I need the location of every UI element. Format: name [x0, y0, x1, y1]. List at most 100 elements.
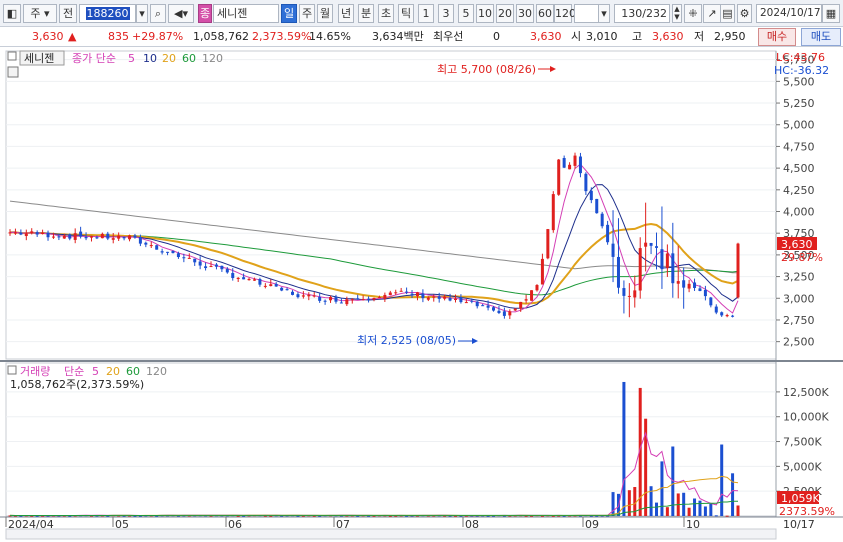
period-tab-minute[interactable]: 분 — [358, 4, 374, 23]
candle-body — [405, 291, 409, 293]
ma10-label: 10 — [143, 52, 157, 65]
period-tab-year[interactable]: 년 — [338, 4, 354, 23]
candle-body — [30, 231, 34, 233]
candle-body — [84, 236, 88, 239]
prefix-label: 전 — [62, 7, 74, 20]
mode-select[interactable]: 주 ▾ — [23, 4, 57, 23]
high-annotation: 최고 5,700 (08/26) — [437, 63, 536, 76]
code-dropdown-icon[interactable]: ▾ — [136, 4, 148, 23]
display-count-field[interactable]: 130/232 — [614, 4, 670, 23]
candle-body — [350, 299, 354, 301]
volume-bar — [687, 507, 691, 516]
current-price-tag: 3,630 — [781, 238, 813, 251]
volume-value: 1,058,762 — [193, 30, 249, 43]
volume-ma120-label: 120 — [146, 365, 167, 378]
candle-body — [513, 308, 517, 311]
interval-120[interactable]: 120 — [554, 4, 576, 23]
stock-chart[interactable]: 2,5002,7503,0003,2503,5003,7504,0004,250… — [0, 47, 843, 542]
speaker-icon[interactable]: ◀▾ — [168, 4, 194, 23]
stock-name-field[interactable]: 세니젠 — [213, 4, 279, 23]
hc-label: HC:-36.32 — [774, 64, 829, 77]
volume-tick-label: 5,000K — [783, 460, 822, 473]
candle-body — [171, 250, 175, 254]
candle-body — [394, 292, 398, 294]
period-tab-day[interactable]: 일 — [281, 4, 297, 23]
candle-body — [122, 237, 126, 239]
candle-body — [296, 294, 300, 298]
candle-body — [144, 242, 148, 245]
candle-body — [182, 257, 186, 259]
candle-body — [508, 311, 512, 316]
stock-name-value: 세니젠 — [217, 7, 248, 20]
candle-body — [361, 299, 365, 301]
price-tick-label: 3,250 — [783, 271, 815, 284]
candle-body — [388, 292, 392, 296]
high-label: 고 — [632, 30, 643, 43]
count-spinner[interactable]: ▲ ▼ — [672, 4, 682, 23]
panel-toggle-icon[interactable] — [7, 51, 17, 61]
interval-10[interactable]: 10 — [476, 4, 494, 23]
period-tab-month[interactable]: 월 — [317, 4, 333, 23]
chart-scrollbar[interactable] — [5, 528, 777, 540]
interval-3-label: 3 — [442, 7, 450, 20]
trend-icon[interactable]: ↗ — [703, 4, 721, 23]
volume-ma60-label: 60 — [126, 365, 140, 378]
chart-menu-icon[interactable]: ◧ — [3, 4, 21, 23]
candle-body — [41, 232, 45, 234]
interval-3[interactable]: 3 — [438, 4, 454, 23]
period-tab-second[interactable]: 초 — [378, 4, 394, 23]
stock-tag-name: 세니젠 — [24, 52, 54, 65]
best-quote-label: 최우선 — [433, 30, 464, 43]
period-tab-month-label: 월 — [319, 7, 331, 20]
candle-body — [421, 293, 425, 299]
search-icon[interactable]: ⌕ — [150, 4, 166, 23]
volume-toggle-icon[interactable] — [7, 365, 17, 375]
candle-body — [584, 173, 588, 192]
low-value: 2,950 — [714, 30, 746, 43]
candle-body — [106, 233, 110, 239]
candle-body — [323, 300, 327, 302]
trade-amount: 3,634백만 — [372, 30, 424, 43]
volume-bar — [611, 492, 615, 516]
period-tab-day-label: 일 — [283, 7, 295, 20]
calendar-icon[interactable]: ▦ — [822, 4, 840, 23]
stock-code-input[interactable]: 188260 — [79, 4, 136, 23]
volume-tick-label: 7,500K — [783, 436, 822, 449]
prefix-button[interactable]: 전 — [59, 4, 77, 23]
interval-5[interactable]: 5 — [458, 4, 474, 23]
candle-body — [73, 233, 77, 240]
interval-60[interactable]: 60 — [536, 4, 554, 23]
sell-button[interactable]: 매도 — [801, 28, 841, 46]
candle-body — [736, 243, 740, 298]
interval-120-label: 120 — [555, 7, 576, 20]
period-tab-tick[interactable]: 틱 — [398, 4, 414, 23]
candle-body — [714, 306, 718, 313]
candle-body — [187, 257, 191, 259]
buy-button[interactable]: 매수 — [758, 28, 796, 46]
high-value: 3,630 — [652, 30, 684, 43]
candle-body — [497, 310, 501, 313]
save-icon[interactable]: ▤ — [720, 4, 735, 23]
candle-body — [426, 297, 430, 300]
candle-body — [453, 298, 457, 300]
interval-30[interactable]: 30 — [516, 4, 534, 23]
candle-body — [568, 164, 572, 170]
price-tick-label: 4,000 — [783, 206, 815, 219]
mode-select-label: 주 — [30, 7, 41, 20]
candle-body — [633, 290, 637, 298]
interval-20[interactable]: 20 — [496, 4, 514, 23]
candle-body — [459, 297, 463, 303]
interval-dropdown-icon[interactable]: ▾ — [598, 4, 610, 23]
interval-1[interactable]: 1 — [418, 4, 434, 23]
stock-badge: 종 — [198, 4, 212, 23]
display-count-value: 130 — [621, 7, 643, 20]
panel-grid-icon[interactable] — [7, 66, 19, 78]
period-tab-week[interactable]: 주 — [299, 4, 315, 23]
candle-body — [665, 253, 669, 268]
grid-icon[interactable]: ⁜ — [684, 4, 702, 23]
candle-body — [557, 159, 561, 195]
candle-body — [687, 283, 691, 289]
settings-icon[interactable]: ⚙ — [737, 4, 752, 23]
interval-30-label: 30 — [518, 7, 532, 20]
date-field[interactable]: 2024/10/17 — [756, 4, 822, 23]
